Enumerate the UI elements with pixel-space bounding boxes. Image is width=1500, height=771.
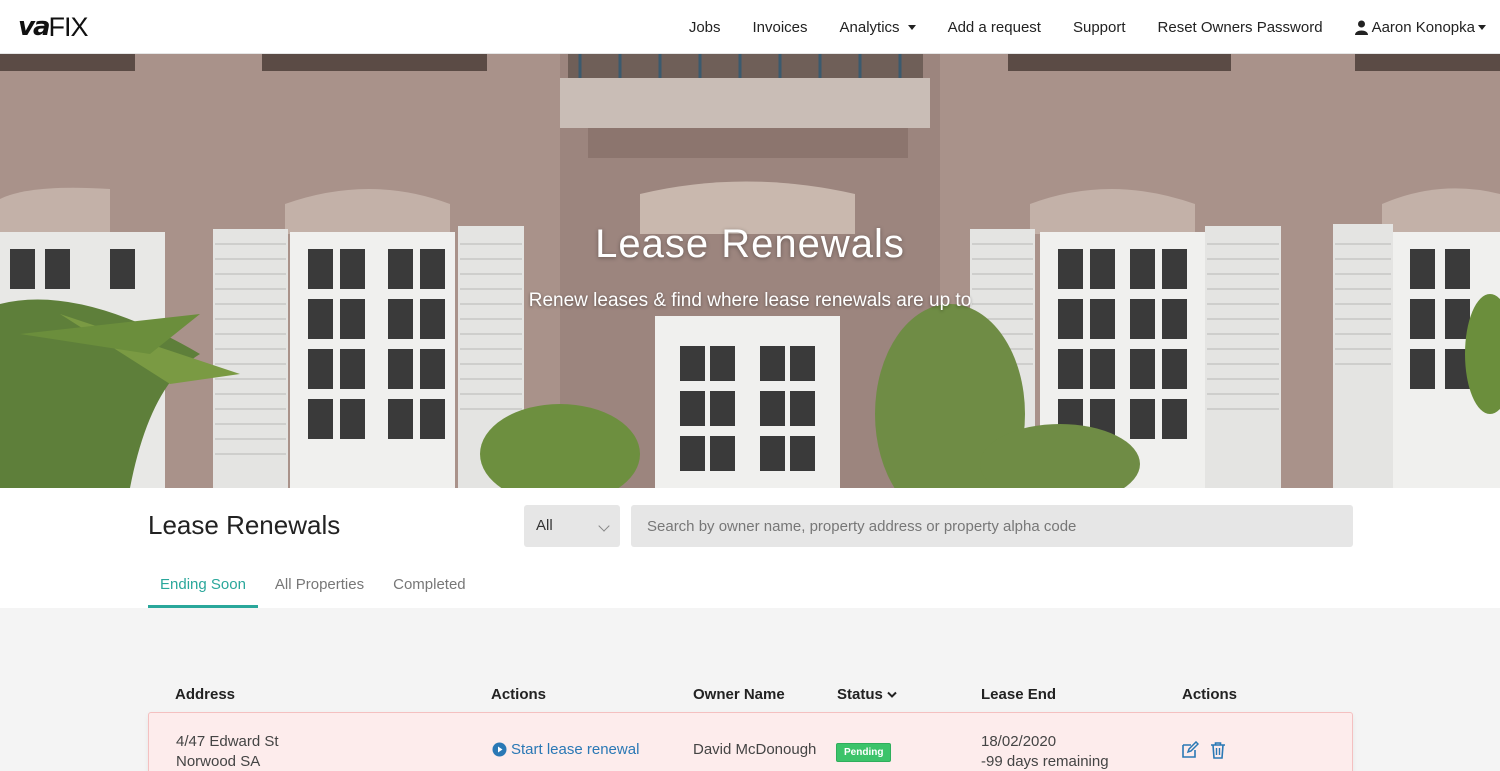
play-circle-icon: [492, 742, 507, 757]
nav-support-label: Support: [1072, 18, 1126, 36]
column-header-address: Address: [175, 686, 236, 703]
tab-all-properties[interactable]: All Properties: [263, 566, 376, 608]
logo-va: va: [18, 12, 50, 42]
nav-add-request[interactable]: Add a request: [932, 0, 1057, 54]
address-line-2: Norwood SA: [176, 753, 261, 770]
nav-jobs[interactable]: Jobs: [673, 0, 737, 54]
top-navbar: va FIX Jobs Invoices Analytics Add a requ…: [0, 0, 1500, 54]
column-header-lease-end: Lease End: [981, 686, 1057, 703]
nav-invoices[interactable]: Invoices: [737, 0, 824, 54]
start-lease-renewal-label: Start lease renewal: [511, 741, 640, 758]
tab-bar: Ending Soon All Properties Completed: [148, 566, 483, 608]
chevron-down-icon: [598, 520, 610, 532]
nav-menu: Jobs Invoices Analytics Add a request Su…: [673, 0, 1500, 54]
search-input[interactable]: [631, 505, 1353, 547]
trash-icon[interactable]: [1210, 741, 1226, 759]
status-badge: Pending: [836, 743, 892, 762]
lease-end-date: 18/02/2020: [981, 733, 1057, 750]
caret-down-icon: [907, 24, 916, 30]
logo-fix: FIX: [48, 12, 89, 42]
start-lease-renewal-link[interactable]: Start lease renewal: [492, 741, 639, 758]
nav-add-request-label: Add a request: [947, 18, 1041, 36]
hero-subtitle: Renew leases & find where lease renewals…: [528, 290, 972, 311]
nav-support[interactable]: Support: [1057, 0, 1142, 54]
tab-completed[interactable]: Completed: [381, 566, 478, 608]
table-row: 4/47 Edward St Norwood SA Start lease re…: [148, 712, 1353, 771]
caret-down-icon: [1478, 24, 1486, 30]
lease-renewals-toolbar: Lease Renewals All Ending Soon All Prope…: [0, 488, 1500, 608]
hero-building-image: [0, 54, 1500, 488]
address-cell: 4/47 Edward St Norwood SA: [176, 732, 279, 771]
nav-jobs-label: Jobs: [688, 18, 721, 36]
column-header-actions-2: Actions: [1182, 686, 1238, 703]
filter-select-value: All: [536, 517, 553, 534]
owner-name: David McDonough: [693, 741, 817, 758]
column-header-owner: Owner Name: [693, 686, 785, 703]
nav-invoices-label: Invoices: [752, 18, 808, 36]
nav-analytics-dropdown[interactable]: Analytics: [824, 0, 932, 54]
nav-reset-label: Reset Owners Password: [1157, 18, 1323, 36]
vafix-logo[interactable]: va FIX: [18, 12, 89, 42]
user-name: Aaron Konopka: [1371, 18, 1475, 36]
nav-analytics-label: Analytics: [839, 18, 900, 36]
edit-icon[interactable]: [1181, 741, 1199, 759]
column-header-status-label: Status: [837, 686, 883, 703]
sort-chevron-icon: [887, 691, 897, 698]
address-line-1: 4/47 Edward St: [176, 733, 279, 750]
nav-reset-owners-password[interactable]: Reset Owners Password: [1142, 0, 1339, 54]
page-title: Lease Renewals: [148, 510, 341, 540]
column-header-status[interactable]: Status: [837, 686, 897, 703]
hero-banner: Lease Renewals Renew leases & find where…: [0, 54, 1500, 488]
lease-days-remaining: -99 days remaining: [981, 753, 1109, 770]
user-menu-dropdown[interactable]: Aaron Konopka: [1339, 0, 1500, 54]
column-header-actions: Actions: [491, 686, 547, 703]
lease-end-cell: 18/02/2020 -99 days remaining: [981, 732, 1109, 771]
hero-title: Lease Renewals: [595, 222, 905, 266]
table-header: Address Actions Owner Name Status Lease …: [148, 686, 1353, 708]
user-icon: [1354, 20, 1368, 35]
filter-select[interactable]: All: [524, 505, 620, 547]
tab-ending-soon[interactable]: Ending Soon: [148, 566, 258, 608]
